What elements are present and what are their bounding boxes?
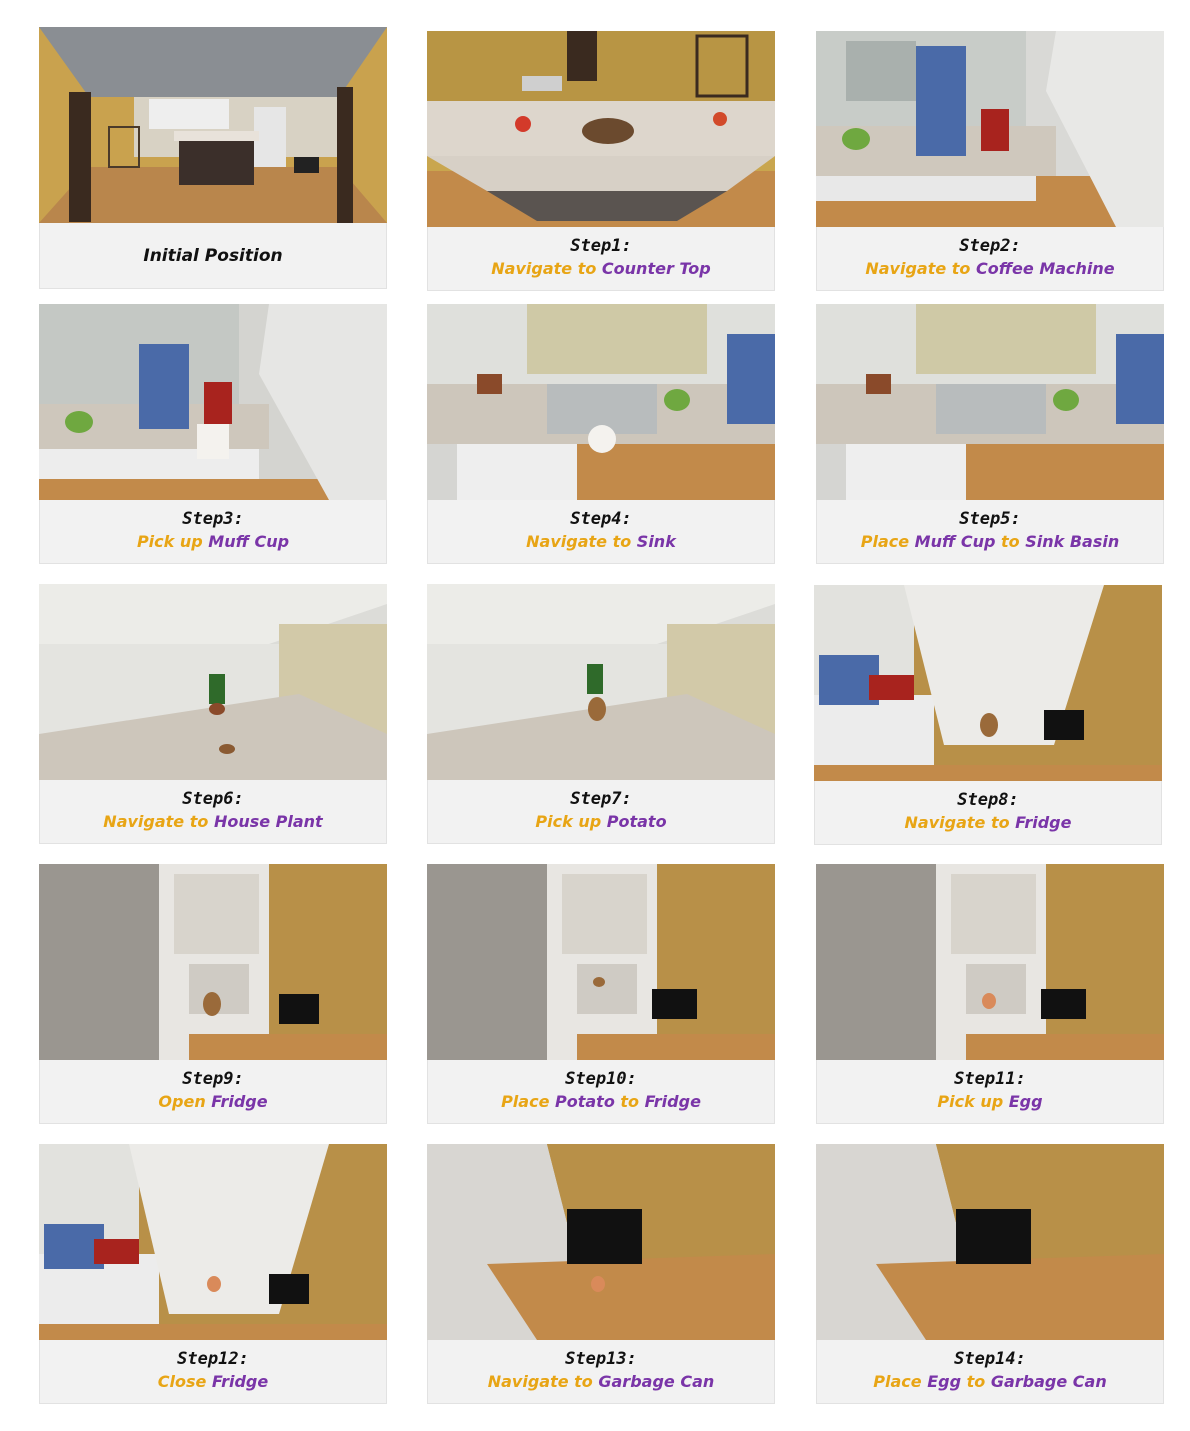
step-label: Step4:: [570, 509, 632, 529]
action-text: to: [966, 1372, 986, 1391]
step-description: Open Fridge: [40, 1090, 386, 1114]
action-text: Place: [501, 1092, 550, 1111]
panel-step-6: Step6: Navigate to House Plant: [39, 584, 387, 844]
scene-image: [816, 1144, 1164, 1340]
scene-image: [427, 1144, 775, 1340]
object-text: Garbage Can: [990, 1372, 1107, 1391]
action-text: Close: [157, 1372, 207, 1391]
panel-step-1: Step1: Navigate to Counter Top: [427, 31, 775, 291]
object-text: Egg: [1008, 1092, 1043, 1111]
panel-step-2: Step2: Navigate to Coffee Machine: [816, 31, 1164, 291]
scene-image: [814, 585, 1162, 781]
step-label: Step3:: [182, 509, 244, 529]
scene-image: [816, 31, 1164, 227]
step-label: Step7:: [570, 789, 632, 809]
action-text: Pick up: [136, 532, 203, 551]
action-text: Navigate to: [904, 813, 1010, 832]
action-text: Place: [873, 1372, 922, 1391]
panel-step-8: Step8: Navigate to Fridge: [814, 585, 1162, 845]
step-label: Step5:: [959, 509, 1021, 529]
object-text: Fridge: [644, 1092, 701, 1111]
scene-image: [427, 304, 775, 500]
action-text: Navigate to: [103, 812, 209, 831]
step-label: Step14:: [954, 1349, 1026, 1369]
action-text: to: [1001, 532, 1020, 551]
step-label: Step9:: [182, 1069, 244, 1089]
panel-step-14: Step14: Place Egg to Garbage Can: [816, 1144, 1164, 1404]
action-text: to: [620, 1092, 640, 1111]
step-label: Step8:: [957, 790, 1019, 810]
step-description: Pick up Muff Cup: [40, 530, 386, 554]
panel-step-13: Step13: Navigate to Garbage Can: [427, 1144, 775, 1404]
step-description: Navigate to Fridge: [815, 811, 1161, 835]
action-text: Navigate to: [526, 532, 632, 551]
panel-step-4: Step4: Navigate to Sink: [427, 304, 775, 564]
object-text: Muff Cup: [208, 532, 290, 551]
step-description: Place Potato to Fridge: [428, 1090, 774, 1114]
step-label: Step10:: [565, 1069, 637, 1089]
panel-step-3: Step3: Pick up Muff Cup: [39, 304, 387, 564]
panel-initial: Initial Position: [39, 27, 387, 289]
step-description: Close Fridge: [40, 1370, 386, 1394]
step-description: Navigate to Sink: [428, 530, 774, 554]
step-label: Step6:: [182, 789, 244, 809]
scene-image: [427, 31, 775, 227]
step-description: Place Muff Cup to Sink Basin: [817, 530, 1163, 554]
object-text: Potato: [555, 1092, 615, 1111]
step-description: Pick up Egg: [817, 1090, 1163, 1114]
object-text: Egg: [927, 1372, 962, 1391]
scene-image: [427, 584, 775, 780]
scene-image: [39, 864, 387, 1060]
action-text: Pick up: [535, 812, 602, 831]
action-text: Pick up: [937, 1092, 1004, 1111]
action-text: Place: [860, 532, 910, 551]
panel-step-11: Step11: Pick up Egg: [816, 864, 1164, 1124]
panel-step-10: Step10: Place Potato to Fridge: [427, 864, 775, 1124]
step-label: Step13:: [565, 1349, 637, 1369]
step-description: Navigate to Garbage Can: [428, 1370, 774, 1394]
step-description: Navigate to Coffee Machine: [817, 257, 1163, 281]
scene-image: [816, 864, 1164, 1060]
action-text: Open: [158, 1092, 206, 1111]
scene-image: [39, 27, 387, 223]
step-label: Step12:: [177, 1349, 249, 1369]
object-text: Sink Basin: [1025, 532, 1120, 551]
object-text: Coffee Machine: [975, 259, 1115, 278]
object-text: Fridge: [211, 1092, 268, 1111]
step-description: Pick up Potato: [428, 810, 774, 834]
panel-step-5: Step5: Place Muff Cup to Sink Basin: [816, 304, 1164, 564]
scene-image: [39, 584, 387, 780]
step-description: Navigate to Counter Top: [428, 257, 774, 281]
action-text: Navigate to: [865, 259, 971, 278]
panel-step-9: Step9: Open Fridge: [39, 864, 387, 1124]
step-label: Step2:: [959, 236, 1021, 256]
object-text: Sink: [636, 532, 676, 551]
step-description: Navigate to House Plant: [40, 810, 386, 834]
caption-initial: Initial Position: [143, 245, 283, 266]
object-text: Fridge: [1015, 813, 1072, 832]
object-text: Counter Top: [601, 259, 711, 278]
scene-image: [427, 864, 775, 1060]
object-text: Fridge: [211, 1372, 269, 1391]
scene-image: [39, 1144, 387, 1340]
object-text: Muff Cup: [914, 532, 996, 551]
action-text: Navigate to: [491, 259, 597, 278]
object-text: Garbage Can: [598, 1372, 715, 1391]
object-text: Potato: [606, 812, 667, 831]
panel-step-7: Step7: Pick up Potato: [427, 584, 775, 844]
scene-image: [816, 304, 1164, 500]
scene-image: [39, 304, 387, 500]
action-text: Navigate to: [487, 1372, 593, 1391]
step-label: Step11:: [954, 1069, 1026, 1089]
step-description: Place Egg to Garbage Can: [817, 1370, 1163, 1394]
step-label: Step1:: [570, 236, 632, 256]
panel-step-12: Step12: Close Fridge: [39, 1144, 387, 1404]
object-text: House Plant: [213, 812, 323, 831]
